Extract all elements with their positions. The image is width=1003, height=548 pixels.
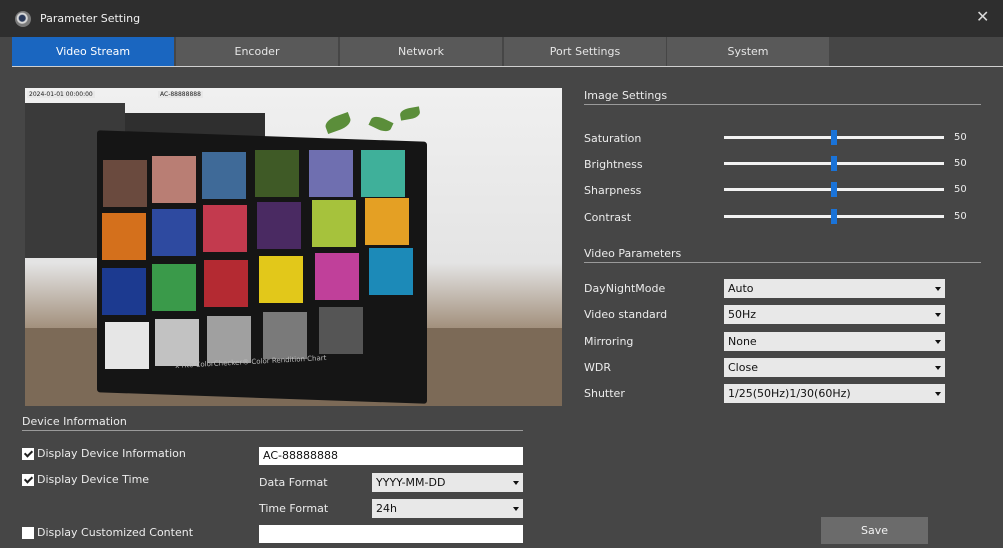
video-parameters-title: Video Parameters	[584, 247, 682, 260]
mirroring-select[interactable]: None	[724, 332, 945, 351]
video-standard-value: 50Hz	[728, 308, 757, 321]
contrast-slider-thumb[interactable]	[831, 209, 837, 224]
sharpness-label: Sharpness	[584, 184, 642, 197]
color-swatch	[319, 307, 363, 354]
day-night-mode-value: Auto	[728, 282, 754, 295]
tab-network[interactable]: Network	[340, 37, 502, 66]
contrast-label: Contrast	[584, 211, 632, 224]
data-format-label: Data Format	[259, 476, 328, 489]
plant-leaf	[323, 111, 353, 135]
device-information-divider	[22, 430, 523, 431]
mirroring-value: None	[728, 335, 757, 348]
shutter-value: 1/25(50Hz)1/30(60Hz)	[728, 387, 851, 400]
color-swatch	[102, 268, 146, 315]
data-format-value: YYYY-MM-DD	[376, 476, 446, 489]
chevron-down-icon	[935, 340, 941, 344]
chevron-down-icon	[935, 313, 941, 317]
color-swatch	[202, 152, 246, 199]
tab-video-stream[interactable]: Video Stream	[12, 37, 174, 66]
color-swatch	[315, 253, 359, 300]
saturation-value: 50	[954, 132, 967, 143]
camera-lens-icon	[15, 11, 31, 27]
window-title: Parameter Setting	[40, 12, 141, 25]
color-swatch	[309, 150, 353, 197]
display-device-time-checkbox[interactable]	[22, 474, 34, 486]
color-swatch	[365, 198, 409, 245]
preview-id-overlay: AC-88888888	[158, 91, 203, 98]
device-information-title: Device Information	[22, 415, 127, 428]
color-swatch	[105, 322, 149, 369]
color-swatch	[152, 156, 196, 203]
display-custom-content-label: Display Customized Content	[37, 526, 194, 539]
wdr-value: Close	[728, 361, 758, 374]
wdr-select[interactable]: Close	[724, 358, 945, 377]
chevron-down-icon	[513, 507, 519, 511]
sharpness-slider-thumb[interactable]	[831, 182, 837, 197]
display-device-info-label: Display Device Information	[37, 447, 186, 460]
color-swatch	[369, 248, 413, 295]
wdr-label: WDR	[584, 361, 611, 374]
tab-port-settings[interactable]: Port Settings	[504, 37, 666, 66]
plant-leaf	[368, 113, 394, 135]
color-swatch	[207, 316, 251, 363]
plant-leaf	[399, 106, 421, 121]
custom-content-input[interactable]	[259, 525, 523, 543]
chevron-down-icon	[935, 287, 941, 291]
color-swatch	[103, 160, 147, 207]
tab-divider	[12, 66, 1003, 67]
color-swatch	[255, 150, 299, 197]
video-standard-select[interactable]: 50Hz	[724, 305, 945, 324]
display-device-time-label: Display Device Time	[37, 473, 150, 486]
color-swatch	[152, 209, 196, 256]
video-preview[interactable]: x·rite ColorChecker® Color Rendition Cha…	[25, 88, 562, 406]
color-swatch	[155, 319, 199, 366]
brightness-slider-thumb[interactable]	[831, 156, 837, 171]
shutter-select[interactable]: 1/25(50Hz)1/30(60Hz)	[724, 384, 945, 403]
device-info-input[interactable]: AC-88888888	[259, 447, 523, 465]
title-bar: Parameter Setting ✕	[0, 0, 1003, 37]
time-format-value: 24h	[376, 502, 397, 515]
image-settings-divider	[584, 104, 981, 105]
video-standard-label: Video standard	[584, 308, 668, 321]
color-swatch	[204, 260, 248, 307]
brightness-label: Brightness	[584, 158, 643, 171]
chevron-down-icon	[935, 392, 941, 396]
color-swatch	[361, 150, 405, 197]
save-button[interactable]: Save	[821, 517, 928, 544]
mirroring-label: Mirroring	[584, 335, 634, 348]
image-settings-title: Image Settings	[584, 89, 668, 102]
tab-bar: Video Stream Encoder Network Port Settin…	[12, 37, 1003, 66]
saturation-slider-thumb[interactable]	[831, 130, 837, 145]
color-swatch	[152, 264, 196, 311]
color-swatch	[263, 312, 307, 359]
contrast-value: 50	[954, 211, 967, 222]
chevron-down-icon	[513, 481, 519, 485]
brightness-value: 50	[954, 158, 967, 169]
display-custom-content-checkbox[interactable]	[22, 527, 34, 539]
preview-time-overlay: 2024-01-01 00:00:00	[27, 91, 95, 98]
time-format-label: Time Format	[259, 502, 329, 515]
shutter-label: Shutter	[584, 387, 625, 400]
color-swatch	[259, 256, 303, 303]
color-swatch	[312, 200, 356, 247]
display-device-info-checkbox[interactable]	[22, 448, 34, 460]
day-night-mode-label: DayNightMode	[584, 282, 666, 295]
chevron-down-icon	[935, 366, 941, 370]
saturation-label: Saturation	[584, 132, 642, 145]
color-swatch	[203, 205, 247, 252]
color-swatch	[102, 213, 146, 260]
tab-system[interactable]: System	[667, 37, 829, 66]
video-parameters-divider	[584, 262, 981, 263]
day-night-mode-select[interactable]: Auto	[724, 279, 945, 298]
tab-encoder[interactable]: Encoder	[176, 37, 338, 66]
data-format-select[interactable]: YYYY-MM-DD	[372, 473, 523, 492]
close-icon[interactable]: ✕	[976, 9, 989, 25]
time-format-select[interactable]: 24h	[372, 499, 523, 518]
sharpness-value: 50	[954, 184, 967, 195]
color-swatch	[257, 202, 301, 249]
